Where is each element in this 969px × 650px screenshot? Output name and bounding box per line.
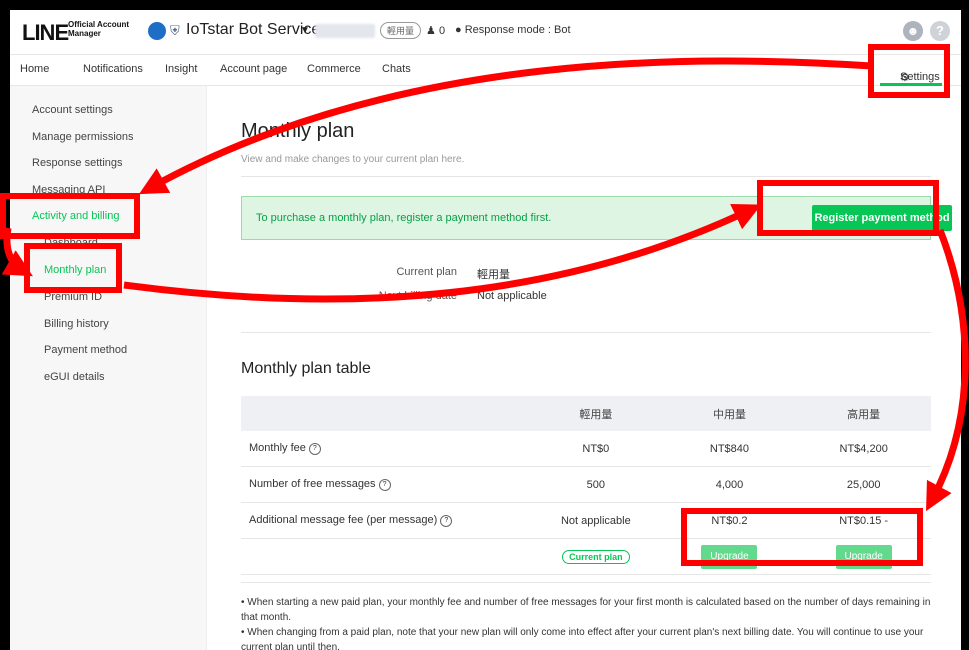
current-plan-label: Current plan [396, 266, 457, 278]
table-header-heavy: 高用量 [796, 396, 931, 431]
nav-commerce[interactable]: Commerce [307, 63, 361, 75]
help-icon[interactable]: ? [930, 21, 950, 41]
table-cell: NT$840 [662, 431, 797, 467]
chat-bubble-icon: ● [455, 24, 462, 36]
annotation-box-upgrade [681, 508, 923, 566]
people-icon: ♟ [426, 25, 436, 37]
top-bar: LINE Official Account Manager ⛨ IoTstar … [10, 10, 961, 55]
shield-icon: ⛨ [170, 23, 180, 38]
sidebar-item-egui-details[interactable]: eGUI details [44, 371, 105, 383]
nav-account-page[interactable]: Account page [220, 63, 287, 75]
redacted-account-id [315, 24, 375, 38]
table-header-blank [241, 396, 530, 431]
user-avatar-icon[interactable]: ☻ [903, 21, 923, 41]
account-switch-caret-icon[interactable]: ▼ [300, 25, 310, 36]
annotation-box-settings [868, 44, 950, 98]
table-cell: 25,000 [796, 466, 931, 503]
table-row: Monthly fee? NT$0 NT$840 NT$4,200 [241, 431, 931, 467]
alert-text: To purchase a monthly plan, register a p… [256, 212, 552, 224]
note-change-plan: • When changing from a paid plan, note t… [241, 627, 924, 650]
page-title: Monthly plan [241, 120, 355, 142]
divider [241, 582, 931, 583]
nav-insight[interactable]: Insight [165, 63, 197, 75]
table-header-row: 輕用量 中用量 高用量 [241, 396, 931, 431]
table-header-light: 輕用量 [529, 396, 663, 431]
table-header-medium: 中用量 [662, 396, 797, 431]
nav-chats[interactable]: Chats [382, 63, 411, 75]
response-mode: ● Response mode : Bot [455, 24, 571, 36]
plan-badge: 輕用量 [380, 22, 422, 39]
divider [241, 332, 931, 333]
line-logo: LINE [22, 20, 69, 45]
sidebar-item-manage-permissions[interactable]: Manage permissions [32, 131, 134, 143]
table-row: Number of free messages? 500 4,000 25,00… [241, 466, 931, 503]
sidebar: Account settings Manage permissions Resp… [10, 86, 207, 650]
sidebar-item-response-settings[interactable]: Response settings [32, 157, 123, 169]
account-icon [148, 22, 166, 40]
table-cell: NT$4,200 [796, 431, 931, 467]
main-nav: Home Notifications Insight Account page … [10, 55, 961, 86]
help-circle-icon[interactable]: ? [440, 514, 453, 527]
row-label-text: Additional message fee (per message) [249, 514, 438, 527]
annotation-box-register-payment [757, 180, 939, 236]
sidebar-item-billing-history[interactable]: Billing history [44, 318, 109, 330]
page-subtitle: View and make changes to your current pl… [241, 154, 465, 165]
row-label: Monthly fee? [241, 431, 530, 467]
annotation-box-activity-billing [0, 193, 140, 239]
divider [241, 176, 931, 177]
table-cell: 4,000 [662, 466, 797, 503]
table-cell: 500 [529, 466, 663, 503]
row-label: Number of free messages? [241, 466, 530, 503]
response-mode-text: Response mode : Bot [464, 24, 571, 36]
nav-notifications[interactable]: Notifications [83, 63, 143, 75]
plan-table-title: Monthly plan table [241, 360, 371, 377]
logo-subtitle-line-2: Manager [68, 29, 101, 38]
sidebar-item-payment-method[interactable]: Payment method [44, 344, 127, 356]
table-cell: NT$0 [529, 431, 663, 467]
help-circle-icon[interactable]: ? [308, 442, 321, 455]
annotation-box-monthly-plan [24, 243, 122, 293]
current-plan-value: 輕用量 [477, 269, 510, 281]
nav-home[interactable]: Home [20, 63, 49, 75]
row-label: Additional message fee (per message)? [241, 502, 530, 539]
table-cell [241, 538, 530, 575]
table-cell: Not applicable [529, 502, 663, 539]
friends-count-value: 0 [438, 25, 446, 37]
table-cell: Current plan [529, 538, 663, 575]
next-billing-value: Not applicable [477, 290, 547, 302]
help-circle-icon[interactable]: ? [378, 478, 391, 491]
friends-count: ♟ 0 [426, 24, 445, 37]
logo-subtitle: Official Account Manager [68, 20, 129, 38]
row-label-text: Monthly fee [249, 442, 306, 455]
row-label-text: Number of free messages [249, 478, 376, 491]
sidebar-item-account-settings[interactable]: Account settings [32, 104, 113, 116]
next-billing-label: Next billing date [378, 290, 457, 302]
current-plan-badge: Current plan [562, 549, 630, 564]
logo-subtitle-line-1: Official Account [68, 20, 130, 29]
note-new-plan: • When starting a new paid plan, your mo… [241, 597, 931, 623]
